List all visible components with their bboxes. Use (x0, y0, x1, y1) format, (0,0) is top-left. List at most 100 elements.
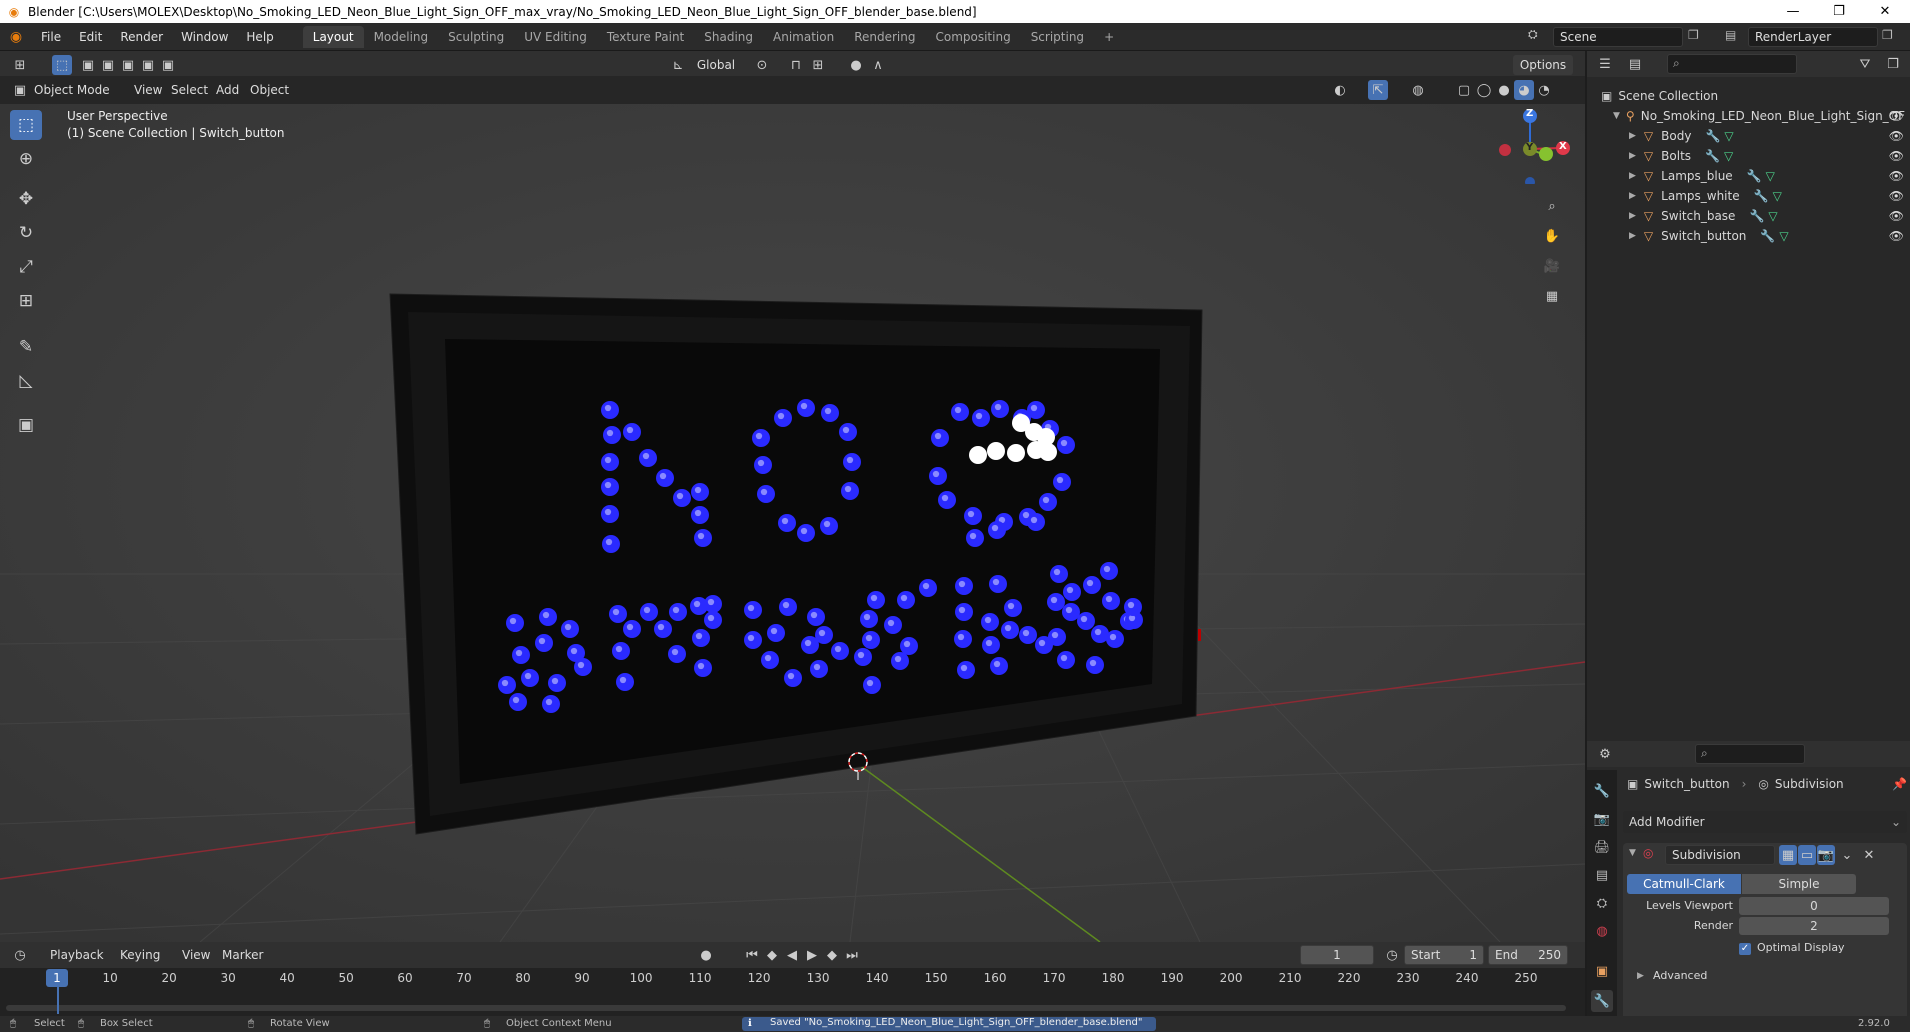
gizmo-toggle-icon[interactable]: ⇱ (1368, 80, 1388, 100)
render-properties-tab-icon[interactable]: 📷 (1591, 808, 1613, 830)
visibility-eye-icon[interactable]: 👁 (1889, 109, 1904, 123)
outliner-object-row[interactable]: ▶ ▽ Switch_base 🔧 ▽ 👁 (1587, 206, 1910, 226)
rotate-tool-icon[interactable]: ↻ (10, 218, 42, 248)
pan-hand-icon[interactable]: ✋ (1542, 226, 1562, 246)
viewport-menu-add[interactable]: Add (210, 80, 245, 100)
outliner-editor-icon[interactable]: ☰ (1595, 54, 1615, 74)
render-toggle-icon[interactable]: 📷 (1817, 845, 1835, 865)
tab-shading[interactable]: Shading (694, 26, 763, 48)
jump-start-icon[interactable]: ⏮ (742, 945, 762, 965)
timeline-menu-playback[interactable]: Playback (44, 945, 110, 965)
record-icon[interactable]: ● (696, 945, 716, 965)
simple-tab[interactable]: Simple (1742, 874, 1856, 894)
scene-tab-icon[interactable]: ⛭ (1591, 892, 1613, 914)
expand-arrow-icon[interactable]: ▶ (1629, 171, 1636, 181)
collapse-arrow-icon[interactable]: ▼ (1629, 848, 1636, 858)
play-reverse-icon[interactable]: ◀ (782, 945, 802, 965)
visibility-eye-icon[interactable]: 👁 (1889, 189, 1904, 203)
maximize-button[interactable]: ❐ (1816, 0, 1862, 23)
output-properties-tab-icon[interactable]: 🖨 (1591, 836, 1613, 858)
expand-arrow-icon[interactable]: ▶ (1629, 191, 1636, 201)
modifier-name-field[interactable]: Subdivision (1665, 845, 1775, 865)
add-cube-tool-icon[interactable]: ▣ (10, 410, 42, 440)
falloff-icon[interactable]: ∧ (868, 55, 888, 75)
tab-modeling[interactable]: Modeling (364, 26, 439, 48)
outliner-scene-collection[interactable]: ▣ Scene Collection (1587, 86, 1910, 106)
visibility-icon[interactable]: ◐ (1330, 80, 1350, 100)
new-collection-icon[interactable]: ❐ (1883, 54, 1903, 74)
select-mode-extend-icon[interactable]: ▣ (98, 55, 118, 75)
tool-properties-tab-icon[interactable]: 🔧 (1591, 780, 1613, 802)
select-mode-subtract-icon[interactable]: ▣ (118, 55, 138, 75)
menu-help[interactable]: Help (237, 23, 282, 51)
scene-field[interactable]: Scene (1553, 27, 1683, 47)
snap-icon[interactable]: ⊓ (786, 55, 806, 75)
scale-tool-icon[interactable]: ⤢ (10, 252, 42, 282)
minimize-button[interactable]: — (1770, 0, 1816, 23)
timeline-menu-keying[interactable]: Keying (114, 945, 166, 965)
outliner-search-input[interactable] (1667, 54, 1797, 74)
annotate-tool-icon[interactable]: ✎ (10, 332, 42, 362)
shading-material-icon[interactable]: ◕ (1514, 80, 1534, 100)
select-box-icon[interactable]: ⬚ (52, 55, 72, 75)
add-workspace-button[interactable]: + (1094, 26, 1124, 48)
select-mode-new-icon[interactable]: ▣ (78, 55, 98, 75)
timeline-menu-view[interactable]: View (176, 945, 216, 965)
properties-search-input[interactable] (1695, 744, 1805, 764)
shading-wireframe-icon[interactable]: ◯ (1474, 80, 1494, 100)
transform-tool-icon[interactable]: ⊞ (10, 286, 42, 316)
tab-scripting[interactable]: Scripting (1021, 26, 1094, 48)
filter-icon[interactable]: ⛛ (1855, 54, 1875, 74)
new-layer-icon[interactable]: ❐ (1882, 28, 1893, 42)
tab-rendering[interactable]: Rendering (844, 26, 925, 48)
render-levels-field[interactable]: 2 (1739, 917, 1889, 935)
current-frame-field[interactable]: 1 (1300, 945, 1374, 965)
preview-range-icon[interactable]: ◷ (1382, 945, 1402, 965)
3d-viewport[interactable]: User Perspective (1) Scene Collection | … (0, 104, 1585, 942)
select-mode-invert-icon[interactable]: ▣ (138, 55, 158, 75)
play-icon[interactable]: ▶ (802, 945, 822, 965)
expand-arrow-icon[interactable]: ▶ (1629, 131, 1636, 141)
properties-editor-icon[interactable]: ⚙ (1595, 744, 1615, 764)
tab-animation[interactable]: Animation (763, 26, 844, 48)
shading-rendered-icon[interactable]: ◔ (1534, 80, 1554, 100)
options-dropdown[interactable]: Options (1513, 55, 1573, 75)
world-tab-icon[interactable]: ◍ (1591, 920, 1613, 942)
camera-view-icon[interactable]: 🎥 (1542, 256, 1562, 276)
tab-layout[interactable]: Layout (302, 25, 364, 48)
menu-render[interactable]: Render (111, 23, 172, 51)
cursor-tool-icon[interactable]: ⊕ (10, 144, 42, 174)
timeline-menu-marker[interactable]: Marker (216, 945, 269, 965)
visibility-eye-icon[interactable]: 👁 (1889, 129, 1904, 143)
timeline-editor-icon[interactable]: ◷ (10, 945, 30, 965)
edit-mode-toggle-icon[interactable]: ▦ (1779, 845, 1797, 865)
move-tool-icon[interactable]: ✥ (10, 184, 42, 214)
advanced-expand-icon[interactable]: ▶ (1637, 971, 1644, 981)
expand-arrow-icon[interactable]: ▼ (1613, 111, 1620, 121)
remove-modifier-icon[interactable]: ✕ (1859, 845, 1879, 865)
visibility-eye-icon[interactable]: 👁 (1889, 169, 1904, 183)
prev-keyframe-icon[interactable]: ◆ (762, 945, 782, 965)
close-window-button[interactable]: ✕ (1862, 0, 1908, 23)
ortho-toggle-icon[interactable]: ▦ (1542, 286, 1562, 306)
new-scene-icon[interactable]: ❐ (1688, 28, 1699, 42)
select-mode-intersect-icon[interactable]: ▣ (158, 55, 178, 75)
viewport-menu-object[interactable]: Object (244, 80, 295, 100)
transform-orientation-dropdown[interactable]: Global (688, 55, 744, 75)
menu-edit[interactable]: Edit (70, 23, 111, 51)
xray-toggle-icon[interactable]: ▢ (1454, 80, 1474, 100)
blender-menu-icon[interactable]: ◉ (0, 29, 32, 45)
shading-solid-icon[interactable]: ● (1494, 80, 1514, 100)
modifier-menu-icon[interactable]: ⌄ (1837, 845, 1857, 865)
tab-sculpting[interactable]: Sculpting (438, 26, 514, 48)
modifier-tab-icon[interactable]: 🔧 (1591, 990, 1613, 1012)
advanced-section[interactable]: Advanced (1653, 969, 1707, 982)
proportional-edit-icon[interactable]: ● (846, 55, 866, 75)
menu-file[interactable]: File (32, 23, 70, 51)
object-mode-dropdown[interactable]: Object Mode (28, 80, 118, 100)
select-box-tool-icon[interactable]: ⬚ (10, 110, 42, 140)
levels-viewport-field[interactable]: 0 (1739, 897, 1889, 915)
tab-uv-editing[interactable]: UV Editing (514, 26, 597, 48)
measure-tool-icon[interactable]: ◺ (10, 366, 42, 396)
outliner-object-row[interactable]: ▶ ▽ Switch_button 🔧 ▽ 👁 (1587, 226, 1910, 246)
